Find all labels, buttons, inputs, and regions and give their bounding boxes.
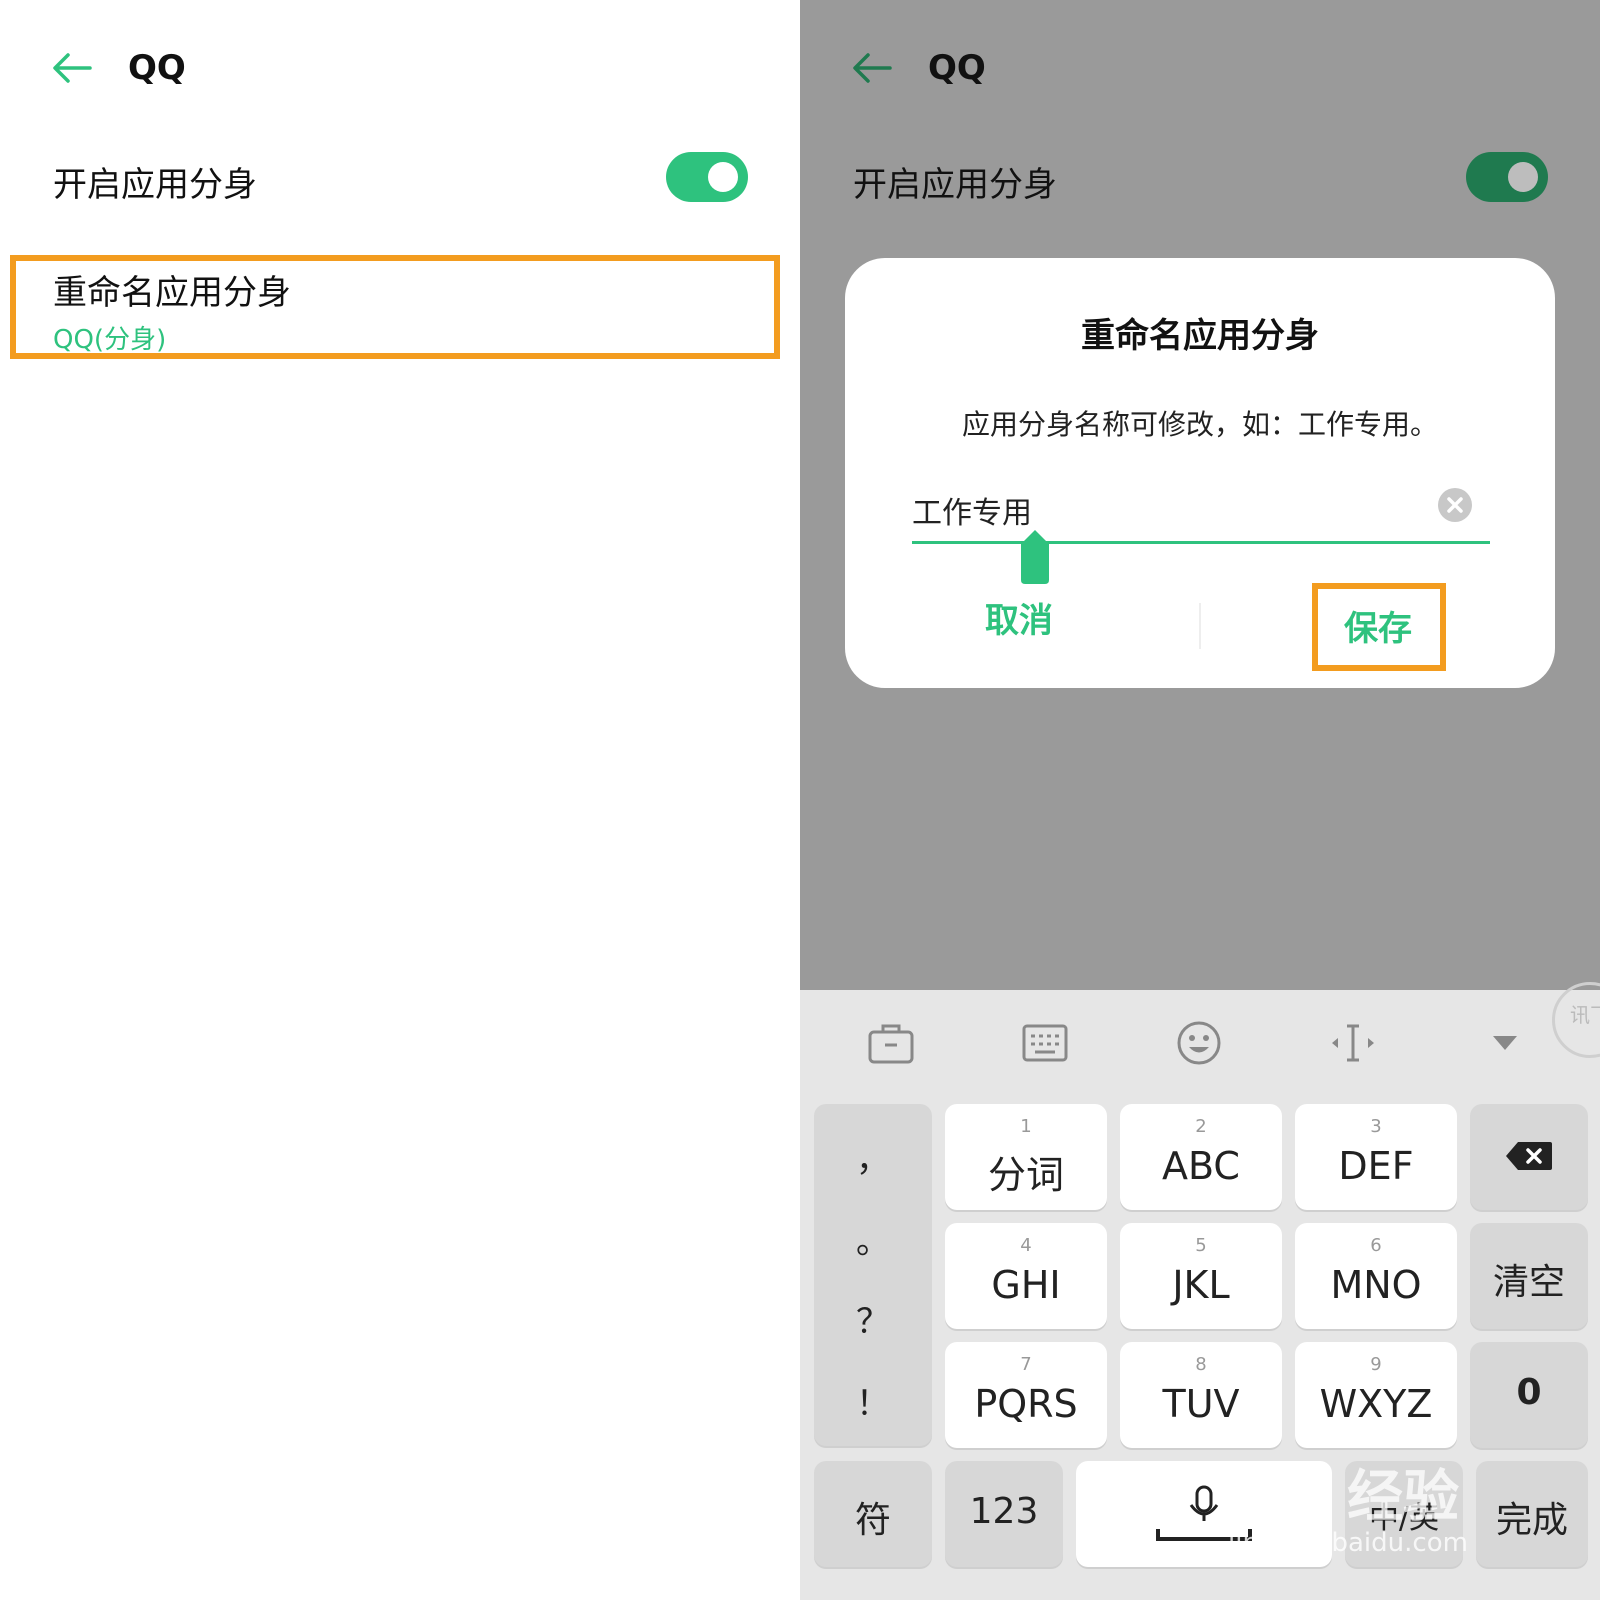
dialog-description: 应用分身名称可修改，如：工作专用。 [961, 408, 1438, 441]
collapse-keyboard-icon[interactable] [1480, 1018, 1530, 1068]
key-label: 完成 [1495, 1500, 1568, 1541]
done-key[interactable]: 完成 [1476, 1461, 1588, 1567]
right-screen: QQ 开启应用分身 重命名应用分身 应用分身名称可修改，如：工作专用。 工作专用… [800, 0, 1600, 1600]
input-underline [912, 541, 1490, 544]
backspace-key[interactable] [1470, 1104, 1588, 1210]
key-9[interactable]: 9 WXYZ [1295, 1342, 1457, 1448]
key-label: PQRS [974, 1382, 1078, 1426]
save-button[interactable]: 保存 [1344, 601, 1412, 650]
punct-exclaim[interactable]: ！ [814, 1376, 932, 1425]
clear-key[interactable]: 清空 [1470, 1223, 1588, 1329]
key-number: 2 [1195, 1116, 1207, 1137]
watermark-url: jingyan.baidu.com [1228, 1528, 1468, 1558]
enable-clone-toggle[interactable] [1466, 152, 1548, 202]
text-cursor-handle-icon[interactable] [1021, 530, 1049, 584]
toggle-knob [1508, 162, 1538, 192]
key-number: 1 [1020, 1116, 1032, 1137]
button-divider [1199, 603, 1201, 649]
key-label: 清空 [1492, 1262, 1565, 1303]
cursor-move-icon[interactable] [1328, 1018, 1378, 1068]
toolbox-icon[interactable] [866, 1018, 916, 1068]
key-label: 0 [1516, 1372, 1542, 1413]
rename-clone-label: 重命名应用分身 [53, 273, 291, 313]
key-7[interactable]: 7 PQRS [945, 1342, 1107, 1448]
clone-name-value: QQ(分身) [53, 325, 167, 355]
save-button-highlight: 保存 [1312, 583, 1446, 671]
backspace-icon [1506, 1142, 1552, 1170]
ifly-badge: 讯飞 [1552, 982, 1600, 1058]
key-8[interactable]: 8 TUV [1120, 1342, 1282, 1448]
key-number: 5 [1195, 1235, 1207, 1256]
clone-name-input[interactable]: 工作专用 [912, 488, 1032, 532]
key-label: TUV [1162, 1382, 1240, 1426]
key-label: MNO [1330, 1263, 1422, 1307]
key-label: 123 [969, 1491, 1039, 1532]
key-label: GHI [991, 1263, 1061, 1307]
left-screen: QQ 开启应用分身 重命名应用分身 QQ(分身) [0, 0, 800, 1600]
key-label: 符 [854, 1500, 891, 1541]
key-0[interactable]: 0 [1470, 1342, 1588, 1448]
punct-question[interactable]: ？ [814, 1294, 932, 1343]
dialog-title: 重命名应用分身 [1081, 316, 1319, 356]
symbols-key[interactable]: 符 [814, 1461, 932, 1567]
emoji-icon[interactable] [1174, 1018, 1224, 1068]
key-2[interactable]: 2 ABC [1120, 1104, 1282, 1210]
key-6[interactable]: 6 MNO [1295, 1223, 1457, 1329]
cancel-button[interactable]: 取消 [985, 593, 1053, 642]
key-number: 6 [1370, 1235, 1382, 1256]
soft-keyboard: 讯飞 ， 。 ？ ！ 1 分词 2 ABC 3 DEF 4 [800, 982, 1600, 1600]
keyboard-icon[interactable] [1020, 1018, 1070, 1068]
toggle-knob [708, 162, 738, 192]
rename-clone-row[interactable]: 重命名应用分身 QQ(分身) [10, 255, 780, 359]
rename-dialog: 重命名应用分身 应用分身名称可修改，如：工作专用。 工作专用 取消 保存 [845, 258, 1555, 688]
key-label: DEF [1338, 1144, 1414, 1188]
punctuation-column[interactable]: ， 。 ？ ！ [814, 1104, 932, 1446]
enable-clone-toggle[interactable] [666, 152, 748, 202]
numbers-key[interactable]: 123 [945, 1461, 1063, 1567]
baidu-watermark: Bai 经验 [1228, 1465, 1460, 1530]
back-arrow-icon[interactable] [48, 48, 98, 88]
key-number: 4 [1020, 1235, 1032, 1256]
page-title: QQ [928, 48, 986, 88]
enable-clone-label: 开启应用分身 [853, 165, 1057, 205]
clear-input-icon[interactable] [1438, 488, 1472, 522]
key-3[interactable]: 3 DEF [1295, 1104, 1457, 1210]
key-4[interactable]: 4 GHI [945, 1223, 1107, 1329]
back-arrow-icon[interactable] [848, 48, 898, 88]
punct-period[interactable]: 。 [814, 1214, 932, 1263]
enable-clone-label: 开启应用分身 [53, 165, 257, 205]
key-label: 分词 [987, 1153, 1064, 1197]
key-label: ABC [1162, 1144, 1240, 1188]
page-title: QQ [128, 48, 186, 88]
key-number: 8 [1195, 1354, 1207, 1375]
key-label: JKL [1172, 1263, 1230, 1307]
key-number: 7 [1020, 1354, 1032, 1375]
key-number: 9 [1370, 1354, 1382, 1375]
punct-comma[interactable]: ， [814, 1132, 932, 1181]
key-5[interactable]: 5 JKL [1120, 1223, 1282, 1329]
key-1[interactable]: 1 分词 [945, 1104, 1107, 1210]
key-number: 3 [1370, 1116, 1382, 1137]
key-label: WXYZ [1319, 1382, 1433, 1426]
